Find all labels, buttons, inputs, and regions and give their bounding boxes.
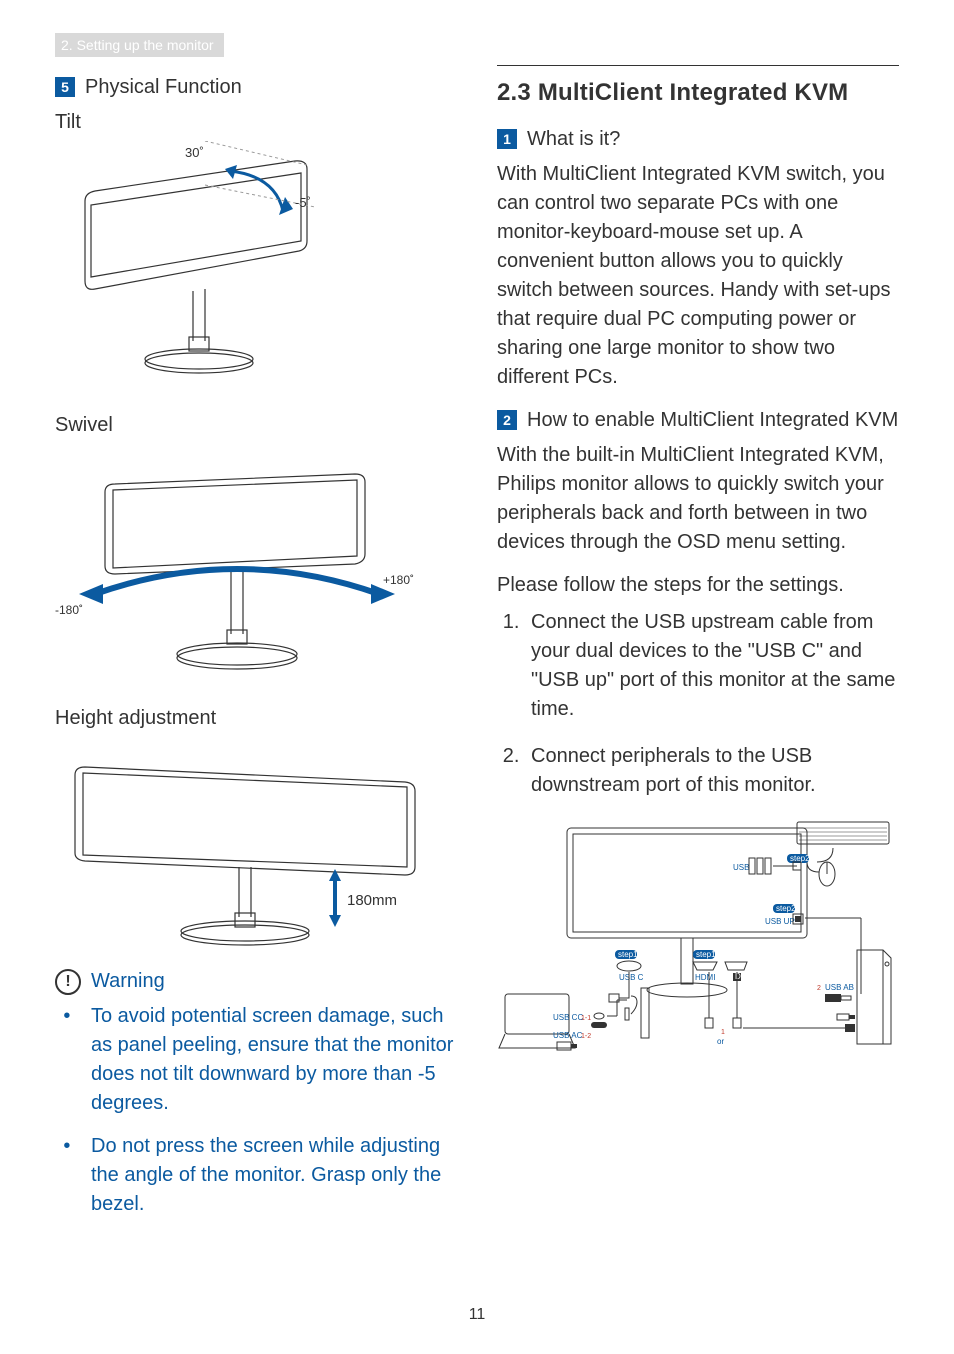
kvm-enable-paragraph: With the built-in MultiClient Integrated… bbox=[497, 441, 899, 557]
step-number-5: 5 bbox=[55, 77, 75, 97]
tilt-label: Tilt bbox=[55, 108, 457, 137]
warning-list: To avoid potential screen damage, such a… bbox=[55, 1002, 457, 1219]
svg-text:or: or bbox=[717, 1037, 724, 1046]
swivel-right: +180˚ bbox=[383, 573, 414, 587]
svg-text:USB AC: USB AC bbox=[553, 1031, 583, 1040]
svg-text:step2: step2 bbox=[776, 904, 796, 913]
tilt-angle-down: -5˚ bbox=[295, 195, 311, 210]
svg-text:step1: step1 bbox=[618, 950, 638, 959]
warning-heading: ! Warning bbox=[55, 967, 457, 996]
warning-item: To avoid potential screen damage, such a… bbox=[87, 1002, 457, 1118]
what-is-it-heading: 1 What is it? bbox=[497, 125, 899, 154]
swivel-figure: -180˚ +180˚ bbox=[55, 444, 457, 684]
svg-text:USB C: USB C bbox=[619, 973, 644, 982]
step-item: Connect peripherals to the USB downstrea… bbox=[525, 742, 899, 800]
svg-text:1-1: 1-1 bbox=[581, 1015, 591, 1022]
svg-text:HDMI: HDMI bbox=[695, 973, 715, 982]
warning-icon: ! bbox=[55, 969, 81, 995]
svg-text:USB: USB bbox=[733, 863, 749, 872]
svg-text:D: D bbox=[735, 972, 741, 981]
left-column: 5 Physical Function Tilt bbox=[55, 65, 457, 1233]
height-figure: 180mm bbox=[55, 737, 457, 947]
swivel-left: -180˚ bbox=[55, 603, 83, 617]
physical-function-label: Physical Function bbox=[85, 73, 242, 102]
swivel-label: Swivel bbox=[55, 411, 457, 440]
svg-text:USB CC: USB CC bbox=[553, 1013, 583, 1022]
kvm-intro-paragraph: With MultiClient Integrated KVM switch, … bbox=[497, 160, 899, 392]
svg-text:step1: step1 bbox=[696, 950, 716, 959]
follow-steps-label: Please follow the steps for the settings… bbox=[497, 571, 899, 600]
warning-label: Warning bbox=[91, 967, 165, 996]
section-title: 2.3 MultiClient Integrated KVM bbox=[497, 65, 899, 111]
step-item: Connect the USB upstream cable from your… bbox=[525, 608, 899, 724]
svg-text:USB AB: USB AB bbox=[825, 983, 854, 992]
svg-text:1-2: 1-2 bbox=[581, 1033, 591, 1040]
steps-list: Connect the USB upstream cable from your… bbox=[497, 608, 899, 800]
tilt-figure: 30˚ -5˚ bbox=[55, 141, 457, 391]
physical-function-heading: 5 Physical Function bbox=[55, 73, 457, 102]
page-number: 11 bbox=[0, 1303, 954, 1326]
step-number-2: 2 bbox=[497, 410, 517, 430]
how-to-enable-label: How to enable MultiClient Integrated KVM bbox=[527, 406, 898, 435]
breadcrumb: 2. Setting up the monitor bbox=[55, 33, 224, 57]
what-is-it-label: What is it? bbox=[527, 125, 620, 154]
right-column: 2.3 MultiClient Integrated KVM 1 What is… bbox=[497, 65, 899, 1233]
height-label: Height adjustment bbox=[55, 704, 457, 733]
connection-diagram: step2 USB step2 USB UP bbox=[497, 818, 899, 1058]
tilt-angle-up: 30˚ bbox=[185, 145, 204, 160]
height-range: 180mm bbox=[347, 892, 397, 909]
step-number-1: 1 bbox=[497, 129, 517, 149]
svg-text:USB UP: USB UP bbox=[765, 917, 795, 926]
svg-text:2: 2 bbox=[817, 985, 821, 992]
svg-text:1: 1 bbox=[721, 1029, 725, 1036]
warning-item: Do not press the screen while adjusting … bbox=[87, 1132, 457, 1219]
how-to-enable-heading: 2 How to enable MultiClient Integrated K… bbox=[497, 406, 899, 435]
